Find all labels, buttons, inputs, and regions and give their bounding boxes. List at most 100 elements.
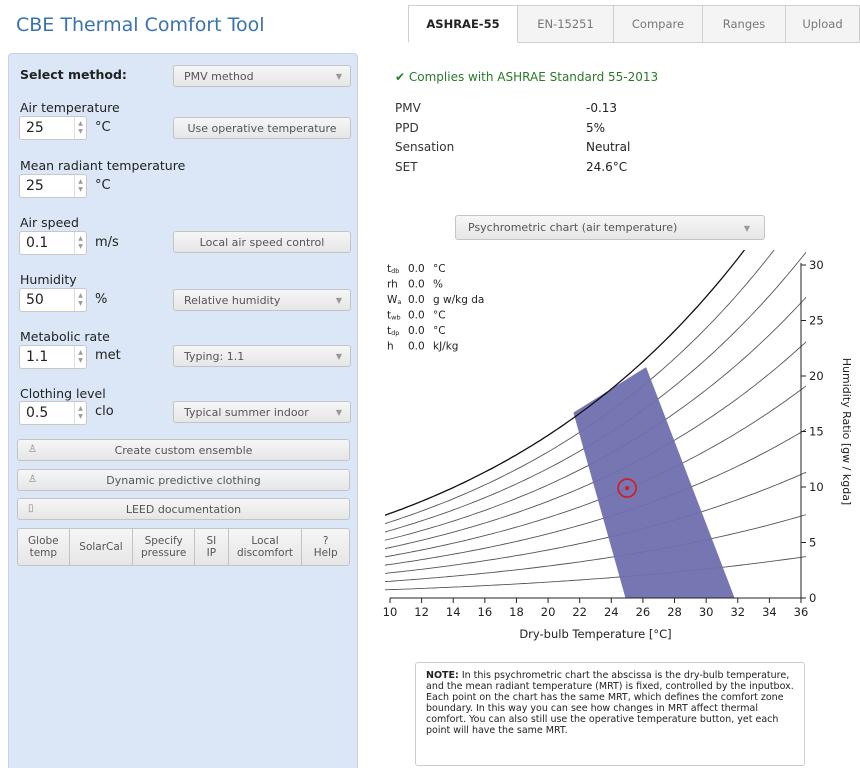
ppd-label: PPD <box>395 121 419 135</box>
y-tick-label: 30 <box>809 258 824 272</box>
air-temperature-input[interactable]: 25 ▲ ▼ <box>19 116 87 140</box>
check-icon: ✔ <box>395 70 406 84</box>
create-custom-ensemble-button[interactable]: ♙ Create custom ensemble <box>17 439 350 461</box>
metabolic-rate-input[interactable]: 1.1 ▲ ▼ <box>19 345 87 369</box>
tab-bar: ASHRAE-55 EN-15251 Compare Ranges Upload <box>408 5 860 43</box>
set-value: 24.6°C <box>586 160 628 174</box>
air-speed-input[interactable]: 0.1 ▲ ▼ <box>19 231 87 255</box>
x-tick-label: 32 <box>730 605 745 619</box>
solarcal-button[interactable]: SolarCal <box>70 529 134 565</box>
user-icon: ♙ <box>28 444 37 455</box>
humidity-unit: % <box>95 292 108 307</box>
method-select[interactable]: PMV method ▼ <box>173 65 351 87</box>
psychrometric-chart[interactable]: 10 12 14 16 18 20 22 24 26 28 30 32 34 360 5 10 15 20 25 30… <box>360 250 860 650</box>
user-icon: ♙ <box>28 474 37 485</box>
readout-symbol: twb <box>387 310 401 322</box>
pmv-value: -0.13 <box>586 101 618 115</box>
mean-radiant-temperature-unit: °C <box>95 178 111 193</box>
readout-value: 0.0 <box>408 325 425 337</box>
rh-curve-80 <box>385 251 806 533</box>
readout-value: 0.0 <box>408 294 425 306</box>
readout-symbol: tdb <box>387 263 399 275</box>
document-icon: ▯ <box>28 503 34 514</box>
si-ip-toggle-button[interactable]: SI IP <box>195 529 229 565</box>
readout-unit: °C <box>433 325 446 337</box>
air-speed-label: Air speed <box>20 215 79 230</box>
comfort-zone <box>573 367 735 598</box>
activity-select-value: Typing: 1.1 <box>184 349 245 363</box>
y-axis-label: Humidity Ratio [gw / kgda] <box>840 358 853 505</box>
note-text: In this psychrometric chart the abscissa… <box>426 670 794 736</box>
local-air-speed-control-button[interactable]: Local air speed control <box>173 231 351 253</box>
globe-temp-button[interactable]: Globe temp <box>18 529 70 565</box>
readout-symbol: h <box>387 341 394 353</box>
readout-value: 0.0 <box>408 310 425 322</box>
clothing-level-input[interactable]: 0.5 ▲ ▼ <box>19 401 87 425</box>
chart-type-select[interactable]: Psychrometric chart (air temperature) ▼ <box>455 215 765 240</box>
dynamic-predictive-clothing-label: Dynamic predictive clothing <box>106 473 261 487</box>
tab-en-15251[interactable]: EN-15251 <box>518 5 614 43</box>
clothing-ensemble-select[interactable]: Typical summer indoor ▼ <box>173 401 351 423</box>
air-speed-unit: m/s <box>95 235 119 250</box>
x-tick-label: 12 <box>414 605 429 619</box>
humidity-type-select[interactable]: Relative humidity ▼ <box>173 289 351 311</box>
humidity-input[interactable]: 50 ▲ ▼ <box>19 288 87 312</box>
tab-ranges[interactable]: Ranges <box>703 5 786 43</box>
metabolic-rate-value: 1.1 <box>26 349 49 365</box>
clothing-level-label: Clothing level <box>20 386 106 401</box>
spinner-arrows-icon[interactable]: ▲ ▼ <box>74 289 86 311</box>
mean-radiant-temperature-label: Mean radiant temperature <box>20 158 186 173</box>
set-label: SET <box>395 160 418 174</box>
leed-documentation-button[interactable]: ▯ LEED documentation <box>17 498 350 520</box>
y-tick-label: 20 <box>809 369 824 383</box>
humidity-type-value: Relative humidity <box>184 293 281 307</box>
local-discomfort-button[interactable]: Local discomfort <box>229 529 303 565</box>
activity-select[interactable]: Typing: 1.1 ▼ <box>173 345 351 367</box>
tab-upload[interactable]: Upload <box>786 5 860 43</box>
y-tick-label: 25 <box>809 314 824 328</box>
x-tick-label: 20 <box>541 605 556 619</box>
chart-note: NOTE: In this psychrometric chart the ab… <box>415 662 805 766</box>
y-tick-label: 0 <box>809 591 816 605</box>
readout-unit: % <box>433 279 443 291</box>
spinner-arrows-icon[interactable]: ▲ ▼ <box>74 402 86 424</box>
x-tick-label: 16 <box>478 605 493 619</box>
y-tick-label: 15 <box>809 425 824 439</box>
use-operative-temperature-button[interactable]: Use operative temperature <box>173 117 351 139</box>
leed-documentation-label: LEED documentation <box>125 502 242 516</box>
compliance-status: ✔ Complies with ASHRAE Standard 55-2013 <box>395 70 658 84</box>
pmv-label: PMV <box>395 101 421 115</box>
method-select-value: PMV method <box>184 69 254 83</box>
chevron-down-icon: ▼ <box>335 72 342 81</box>
spinner-arrows-icon[interactable]: ▲ ▼ <box>74 346 86 368</box>
x-tick-label: 36 <box>794 605 809 619</box>
air-speed-value: 0.1 <box>26 235 49 251</box>
spinner-arrows-icon[interactable]: ▲ ▼ <box>74 117 86 139</box>
x-tick-label: 22 <box>572 605 587 619</box>
chart-type-value: Psychrometric chart (air temperature) <box>468 221 678 234</box>
clothing-level-unit: clo <box>95 404 114 419</box>
metabolic-rate-unit: met <box>95 348 121 363</box>
air-temperature-label: Air temperature <box>20 100 120 115</box>
note-title: NOTE: <box>426 670 459 681</box>
spinner-arrows-icon[interactable]: ▲ ▼ <box>74 175 86 197</box>
readout-value: 0.0 <box>408 341 425 353</box>
chevron-down-icon: ▼ <box>743 224 750 233</box>
spinner-arrows-icon[interactable]: ▲ ▼ <box>74 232 86 254</box>
dynamic-predictive-clothing-button[interactable]: ♙ Dynamic predictive clothing <box>17 469 350 491</box>
readout-value: 0.0 <box>408 279 425 291</box>
compliance-text: Complies with ASHRAE Standard 55-2013 <box>408 70 659 84</box>
app-title: CBE Thermal Comfort Tool <box>16 14 265 36</box>
tab-ashrae-55[interactable]: ASHRAE-55 <box>408 5 518 43</box>
select-method-label: Select method: <box>20 67 127 82</box>
mean-radiant-temperature-value: 25 <box>26 178 44 194</box>
sensation-value: Neutral <box>586 140 631 154</box>
specify-pressure-button[interactable]: Specify pressure <box>133 529 196 565</box>
mean-radiant-temperature-input[interactable]: 25 ▲ ▼ <box>19 174 87 198</box>
tab-compare[interactable]: Compare <box>614 5 703 43</box>
x-tick-label: 14 <box>446 605 461 619</box>
create-custom-ensemble-label: Create custom ensemble <box>114 443 253 457</box>
ppd-value: 5% <box>586 121 606 135</box>
help-button[interactable]: ? Help <box>302 529 349 565</box>
y-tick-label: 5 <box>809 536 816 550</box>
